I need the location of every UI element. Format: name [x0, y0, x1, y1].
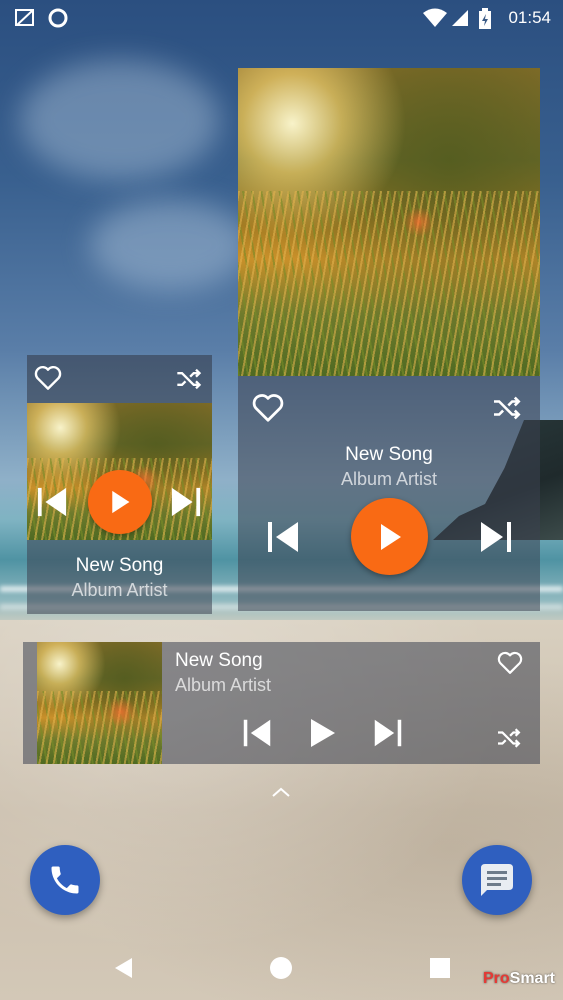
heart-icon[interactable] [495, 650, 525, 676]
skip-next-icon [374, 719, 402, 747]
circle-notification-icon [48, 8, 68, 28]
home-icon[interactable] [266, 953, 296, 983]
cellular-signal-icon [452, 10, 468, 26]
artist-name: Album Artist [340, 469, 438, 489]
navigation-bar: ProSmart [0, 935, 563, 1000]
skip-previous-icon [268, 522, 298, 552]
next-button[interactable] [477, 518, 515, 556]
shuffle-icon[interactable] [490, 394, 524, 422]
next-button[interactable] [371, 716, 405, 750]
skip-next-icon [481, 522, 511, 552]
song-title: New Song [345, 444, 433, 465]
messages-icon [481, 864, 513, 896]
messages-app-button[interactable] [462, 845, 532, 915]
app-drawer-chevron-up-icon[interactable] [266, 780, 296, 804]
artist-name: Album Artist [175, 675, 272, 695]
play-icon [380, 523, 401, 550]
play-icon [311, 719, 335, 747]
skip-previous-icon [243, 719, 271, 747]
phone-app-button[interactable] [30, 845, 100, 915]
previous-button[interactable] [240, 716, 274, 750]
play-button[interactable] [305, 714, 339, 752]
shuffle-icon[interactable] [174, 366, 204, 392]
album-art[interactable] [238, 68, 540, 376]
previous-button[interactable] [34, 484, 70, 520]
back-icon[interactable] [108, 953, 138, 983]
previous-button[interactable] [264, 518, 302, 556]
play-button[interactable] [351, 498, 428, 575]
play-icon [112, 490, 130, 514]
next-button[interactable] [168, 484, 204, 520]
skip-previous-icon [37, 487, 67, 517]
widget-info-panel [27, 540, 212, 614]
phone-icon [51, 866, 79, 894]
song-title: New Song [175, 650, 263, 671]
song-title: New Song [75, 555, 164, 576]
play-button[interactable] [88, 470, 152, 534]
watermark-logo: ProSmart [482, 970, 555, 987]
album-art[interactable] [37, 642, 162, 764]
recents-icon[interactable] [425, 953, 455, 983]
skip-next-icon [171, 487, 201, 517]
cloud [90, 200, 250, 290]
clock: 01:54 [508, 8, 551, 27]
shuffle-icon[interactable] [494, 726, 524, 750]
artist-name: Album Artist [71, 580, 168, 600]
no-image-notification-icon [15, 9, 34, 26]
status-bar: 01:54 [0, 0, 563, 34]
battery-charging-icon [479, 8, 491, 29]
heart-icon[interactable] [250, 392, 286, 424]
wifi-icon [423, 8, 447, 27]
cloud [20, 60, 220, 180]
heart-icon[interactable] [33, 364, 63, 392]
